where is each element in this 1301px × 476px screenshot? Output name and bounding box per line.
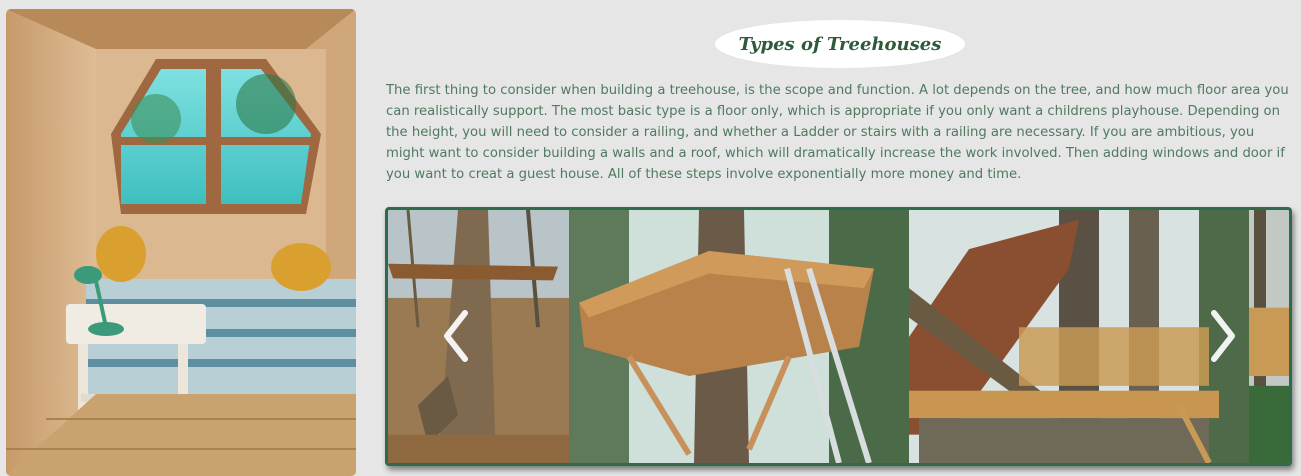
- section-title: Types of Treehouses: [738, 33, 942, 55]
- carousel-slide-a-frame-image: [909, 210, 1249, 463]
- treehouse-interior-image: [6, 9, 356, 476]
- intro-paragraph: The first thing to consider when buildin…: [386, 83, 1289, 182]
- treehouse-carousel: [385, 207, 1292, 466]
- carousel-slide-platform-image: [388, 210, 569, 463]
- carousel-slide-partial-image: [1249, 210, 1289, 463]
- carousel-prev-button[interactable]: [436, 306, 476, 366]
- section-title-badge: Types of Treehouses: [715, 20, 965, 68]
- carousel-slide-railing-image: [569, 210, 909, 463]
- chevron-left-icon: [444, 310, 468, 362]
- carousel-next-button[interactable]: [1203, 306, 1243, 366]
- chevron-right-icon: [1211, 310, 1235, 362]
